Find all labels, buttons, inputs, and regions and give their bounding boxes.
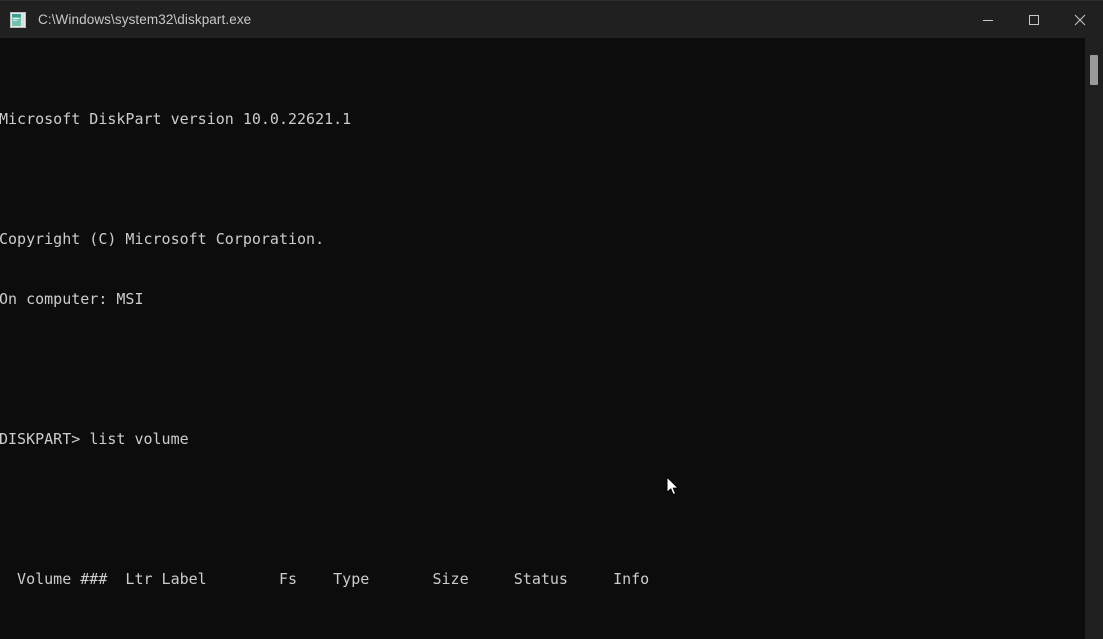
minimize-icon <box>983 19 993 21</box>
close-icon <box>1074 14 1086 25</box>
command-text: list volume <box>89 430 189 448</box>
diskpart-console-window: C:\Windows\system32\diskpart.exe Microso… <box>0 0 1103 639</box>
vertical-scrollbar[interactable] <box>1085 38 1103 639</box>
console-app-icon <box>10 11 26 28</box>
close-button[interactable] <box>1057 1 1103 39</box>
maximize-icon <box>1029 14 1039 25</box>
table-separator-row: ---------- --- ----------- ----- -------… <box>0 630 686 639</box>
window-title: C:\Windows\system32\diskpart.exe <box>38 12 252 27</box>
scrollbar-thumb[interactable] <box>1090 55 1098 85</box>
prompt-label: DISKPART> <box>0 430 81 448</box>
computer-line: On computer: MSI <box>0 290 144 308</box>
minimize-button[interactable] <box>965 1 1011 39</box>
version-line: Microsoft DiskPart version 10.0.22621.1 <box>0 110 352 128</box>
title-bar-left: C:\Windows\system32\diskpart.exe <box>0 1 965 38</box>
copyright-line: Copyright (C) Microsoft Corporation. <box>0 230 325 248</box>
console-text: Microsoft DiskPart version 10.0.22621.1 … <box>0 49 1085 639</box>
title-bar[interactable]: C:\Windows\system32\diskpart.exe <box>0 0 1103 38</box>
table-header-row: Volume ### Ltr Label Fs Type Size Status… <box>0 570 650 588</box>
console-output-area[interactable]: Microsoft DiskPart version 10.0.22621.1 … <box>0 38 1085 639</box>
maximize-button[interactable] <box>1011 1 1057 39</box>
command-line-list-volume: DISKPART> list volume <box>0 429 1085 449</box>
